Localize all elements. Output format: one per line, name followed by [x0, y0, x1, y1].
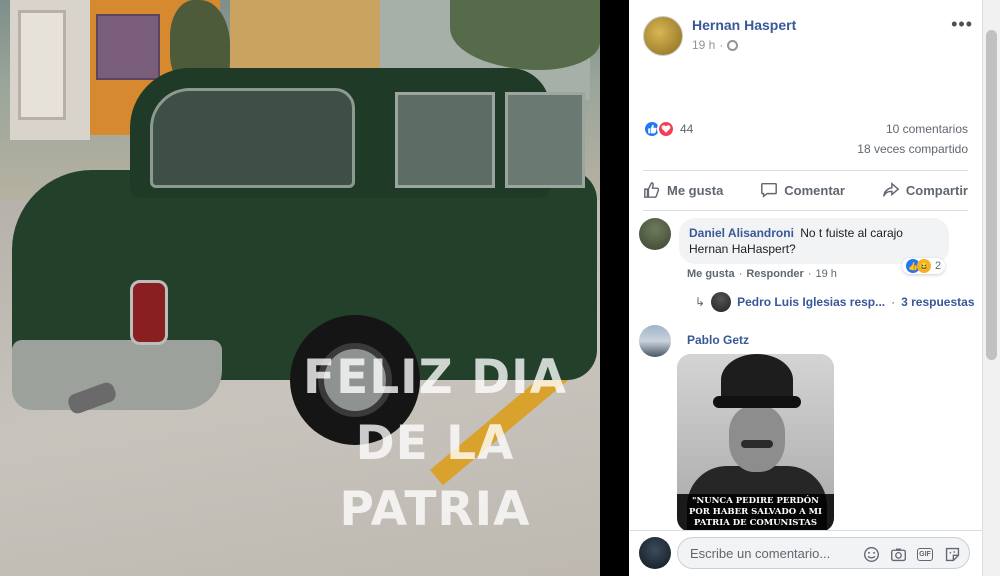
reaction-summary[interactable]: 44	[643, 120, 693, 138]
dot-separator: ·	[807, 268, 812, 280]
comment-icon	[761, 182, 778, 198]
post-meta: 19 h ·	[692, 38, 739, 52]
reply-arrow-icon: ↳	[695, 295, 706, 309]
comment-image-visor	[713, 396, 801, 408]
author-name[interactable]: Hernan Haspert	[692, 17, 796, 33]
replier-name: Pedro Luis Iglesias resp...	[737, 295, 886, 309]
comment-input[interactable]: Escribe un comentario... GIF	[677, 537, 970, 569]
replier-avatar	[711, 292, 732, 312]
car-taillight	[130, 280, 168, 345]
car-bumper	[12, 340, 222, 410]
love-reaction-icon	[657, 120, 675, 138]
more-options-icon[interactable]: •••	[951, 14, 973, 35]
divider	[643, 210, 968, 211]
sticker-icon[interactable]	[943, 545, 961, 563]
commenter-name[interactable]: Pablo Getz	[687, 333, 749, 347]
photo-door	[18, 10, 66, 120]
comment-reaction-count: 2	[935, 260, 942, 272]
comment-reply-link[interactable]: Responder	[746, 268, 803, 280]
commenter-name[interactable]: Daniel Alisandroni	[689, 226, 794, 240]
like-button-label: Me gusta	[667, 182, 724, 198]
photo-sign	[96, 14, 160, 80]
car-rear-window	[150, 88, 355, 188]
comment-like-link[interactable]: Me gusta	[687, 268, 735, 280]
commenter-avatar[interactable]	[639, 325, 671, 357]
share-button[interactable]: Compartir	[882, 181, 968, 199]
replies-count: 3 respuestas	[901, 295, 975, 309]
author-avatar[interactable]	[643, 16, 683, 56]
current-user-avatar	[639, 537, 671, 569]
comments-count[interactable]: 10 comentarios	[886, 122, 968, 136]
dot-separator: ·	[738, 268, 743, 280]
share-button-label: Compartir	[905, 182, 968, 198]
globe-icon	[727, 39, 739, 51]
dot-separator: ·	[891, 295, 896, 309]
dot-separator: ·	[719, 38, 724, 52]
emoji-icon[interactable]	[862, 545, 880, 563]
scrollbar-thumb[interactable]	[986, 30, 997, 360]
car-side-window	[505, 92, 585, 188]
post-side-panel: Hernan Haspert 19 h · ••• 44 10 comentar…	[629, 0, 982, 576]
car-side-window	[395, 92, 495, 188]
reaction-count: 44	[680, 122, 694, 136]
haha-reaction-icon: 😆	[917, 259, 931, 273]
photo-caption: FELIZ DIA DE LA PATRIA	[303, 350, 567, 537]
comment-time[interactable]: 19 h	[816, 268, 837, 280]
comment-image-quote: "NUNCA PEDIRE PERDÓN POR HABER SALVADO A…	[677, 494, 834, 532]
commenter-avatar[interactable]	[639, 218, 671, 250]
view-replies-link[interactable]: ↳ Pedro Luis Iglesias resp... · 3 respue…	[695, 292, 975, 312]
comment-image-face	[729, 406, 785, 472]
comment-button-label: Comentar	[784, 182, 845, 198]
scrollbar[interactable]	[982, 0, 1000, 576]
reactions-bar: 44 10 comentarios 18 veces compartido	[643, 120, 968, 164]
comment-button[interactable]: Comentar	[760, 181, 845, 199]
camera-icon[interactable]	[889, 545, 907, 563]
comment-reactions[interactable]: 👍 😆 2	[902, 258, 946, 274]
comments-list: Daniel Alisandroni No t fuiste al carajo…	[629, 212, 982, 532]
shares-count[interactable]: 18 veces compartido	[857, 142, 968, 156]
photo-viewer: FELIZ DIA DE LA PATRIA Hernan Haspert 19…	[0, 0, 1000, 576]
post-photo[interactable]: FELIZ DIA DE LA PATRIA	[0, 0, 600, 576]
comment-actions: Me gusta · Responder · 19 h	[687, 268, 837, 280]
post-time[interactable]: 19 h	[692, 38, 715, 52]
post-actions: Me gusta Comentar Compartir	[643, 175, 968, 205]
post-header: Hernan Haspert 19 h · •••	[643, 14, 973, 62]
comment-composer: Escribe un comentario... GIF	[629, 530, 982, 576]
thumbs-up-icon	[644, 182, 660, 198]
comment-image[interactable]: "NUNCA PEDIRE PERDÓN POR HABER SALVADO A…	[677, 354, 834, 532]
comment-image-mustache	[741, 440, 773, 448]
comment-input-placeholder: Escribe un comentario...	[690, 546, 831, 561]
gif-icon[interactable]: GIF	[916, 545, 934, 563]
like-button[interactable]: Me gusta	[643, 181, 723, 199]
share-icon	[882, 182, 900, 197]
divider	[643, 170, 968, 171]
